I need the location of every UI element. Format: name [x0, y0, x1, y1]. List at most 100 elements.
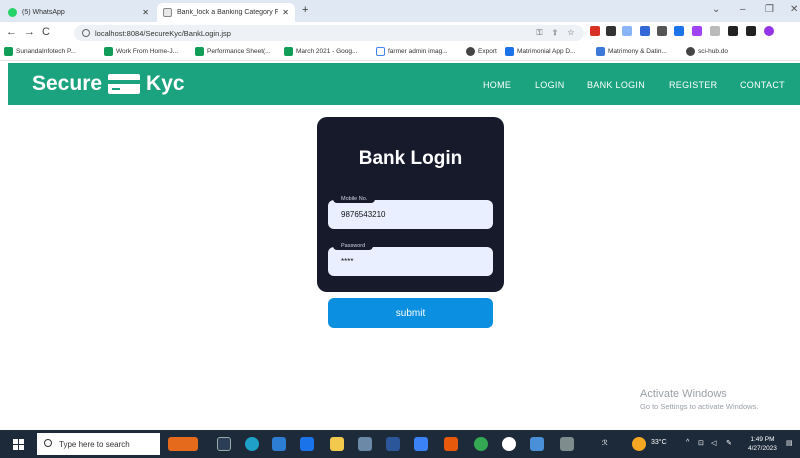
page-favicon-icon [163, 8, 172, 17]
bookmark-item[interactable]: March 2021 - Goog... [284, 47, 357, 56]
sidebar-icon[interactable] [746, 26, 756, 36]
address-input[interactable]: localhost:8084/SecureKyc/BankLogin.jsp ⚿… [74, 25, 584, 41]
bookmark-item[interactable]: sci-hub.do [686, 47, 728, 56]
tray-chevron-icon[interactable]: ^ [686, 439, 689, 446]
credit-card-icon [108, 74, 141, 94]
brand-text-right: Kyc [146, 72, 185, 95]
edge-icon[interactable] [245, 437, 259, 451]
watermark-title: Activate Windows [640, 388, 727, 400]
bookmark-label: Work From Home-J... [116, 48, 178, 55]
clock-date: 4/27/2023 [748, 445, 777, 452]
minimize-icon[interactable]: – [740, 4, 746, 15]
mobile-input[interactable] [328, 200, 493, 229]
file-explorer-icon[interactable] [330, 437, 344, 451]
window-close-icon[interactable]: ✕ [790, 4, 798, 15]
tab-title: Bank_lock a Banking Category Fi [177, 9, 279, 16]
submit-button[interactable]: submit [328, 298, 493, 328]
weather-temp[interactable]: 33°C [651, 439, 667, 446]
store-icon[interactable] [272, 437, 286, 451]
profile-avatar-icon[interactable] [764, 26, 774, 36]
forward-icon[interactable]: → [24, 26, 35, 38]
nav-bank-login[interactable]: BANK LOGIN [587, 80, 645, 90]
back-icon[interactable]: ← [6, 26, 17, 38]
app-icon[interactable] [560, 437, 574, 451]
bookmark-item[interactable]: SunandaInfotech P... [4, 47, 76, 56]
close-icon[interactable]: ✕ [282, 8, 289, 17]
nav-home[interactable]: HOME [483, 80, 511, 90]
bookmark-label: SunandaInfotech P... [16, 48, 76, 55]
brand-logo[interactable]: Secure Kyc [32, 72, 185, 96]
password-input[interactable] [328, 247, 493, 276]
extension-icon[interactable] [710, 26, 720, 36]
bookmark-label: March 2021 - Goog... [296, 48, 358, 55]
weather-icon[interactable] [632, 437, 646, 451]
bookmarks-bar: SunandaInfotech P... Work From Home-J...… [0, 44, 800, 61]
search-icon [44, 439, 52, 447]
network-icon[interactable]: ⊡ [698, 439, 704, 447]
news-widget-icon[interactable] [168, 437, 198, 451]
password-field[interactable] [328, 247, 493, 276]
bookmark-item[interactable]: Matrimonial App D... [505, 47, 576, 56]
bookmark-label: Performance Sheet(... [207, 48, 271, 55]
bookmark-item[interactable]: farmer admin imag... [376, 47, 448, 56]
task-view-icon[interactable] [217, 437, 231, 451]
login-card: Bank Login Mobile No. Password [317, 117, 504, 292]
new-tab-icon[interactable]: + [302, 4, 308, 16]
search-placeholder: Type here to search [59, 439, 130, 449]
tab-bank-login[interactable]: Bank_lock a Banking Category Fi ✕ [157, 3, 295, 22]
extension-icon[interactable] [606, 26, 616, 36]
key-share-star-icon[interactable]: ⚿ ⇧ ☆ [536, 28, 578, 38]
bookmark-label: farmer admin imag... [388, 48, 448, 55]
taskbar-clock[interactable]: 1:49 PM 4/27/2023 [748, 435, 777, 453]
bookmark-favicon-icon [505, 47, 514, 56]
tab-search-icon[interactable]: ⌄ [712, 4, 720, 15]
app-icon[interactable] [414, 437, 428, 451]
nav-contact[interactable]: CONTACT [740, 80, 785, 90]
bookmark-favicon-icon [104, 47, 113, 56]
nav-register[interactable]: REGISTER [669, 80, 717, 90]
extension-icon[interactable] [622, 26, 632, 36]
puzzle-icon[interactable] [728, 26, 738, 36]
word-icon[interactable] [386, 437, 400, 451]
bookmark-label: sci-hub.do [698, 48, 728, 55]
extension-icon[interactable] [692, 26, 702, 36]
volume-icon[interactable]: ◁ [711, 439, 716, 447]
pen-icon[interactable]: ✎ [726, 439, 732, 447]
password-label: Password [333, 241, 374, 250]
info-icon[interactable] [82, 29, 90, 37]
extension-icon[interactable] [674, 26, 684, 36]
tab-whatsapp[interactable]: (5) WhatsApp ✕ [2, 3, 155, 22]
app-icon[interactable] [358, 437, 372, 451]
bookmark-item[interactable]: Export [466, 47, 497, 56]
reload-icon[interactable]: C [42, 26, 50, 38]
people-icon[interactable]: ℛ [602, 439, 608, 447]
close-icon[interactable]: ✕ [142, 8, 149, 17]
bookmark-item[interactable]: Performance Sheet(... [195, 47, 271, 56]
mail-icon[interactable] [300, 437, 314, 451]
nav-login[interactable]: LOGIN [535, 80, 565, 90]
extension-icon[interactable] [657, 26, 667, 36]
chrome-icon[interactable] [474, 437, 488, 451]
taskbar-search-input[interactable]: Type here to search [37, 433, 160, 455]
activate-windows-watermark: Activate Windows Go to Settings to activ… [640, 388, 758, 411]
bookmark-favicon-icon [284, 47, 293, 56]
google-icon [376, 47, 385, 56]
mobile-field[interactable] [328, 200, 493, 229]
bookmark-favicon-icon [4, 47, 13, 56]
windows-start-icon[interactable] [13, 439, 24, 450]
extension-icon[interactable] [640, 26, 650, 36]
site-navbar: Secure Kyc HOME LOGIN BANK LOGIN REGISTE… [8, 63, 800, 105]
bookmark-item[interactable]: Work From Home-J... [104, 47, 178, 56]
notification-icon[interactable]: ▤ [786, 439, 793, 447]
bookmark-favicon-icon [596, 47, 605, 56]
app-icon[interactable] [502, 437, 516, 451]
app-icon[interactable] [444, 437, 458, 451]
pdf-extension-icon[interactable] [590, 26, 600, 36]
browser-tab-strip: (5) WhatsApp ✕ Bank_lock a Banking Categ… [0, 0, 800, 22]
bookmark-label: Matrimony & Datin... [608, 48, 667, 55]
bookmark-label: Matrimonial App D... [517, 48, 576, 55]
bookmark-label: Export [478, 48, 497, 55]
bookmark-item[interactable]: Matrimony & Datin... [596, 47, 667, 56]
restore-icon[interactable]: ❐ [765, 4, 774, 15]
app-icon[interactable] [530, 437, 544, 451]
